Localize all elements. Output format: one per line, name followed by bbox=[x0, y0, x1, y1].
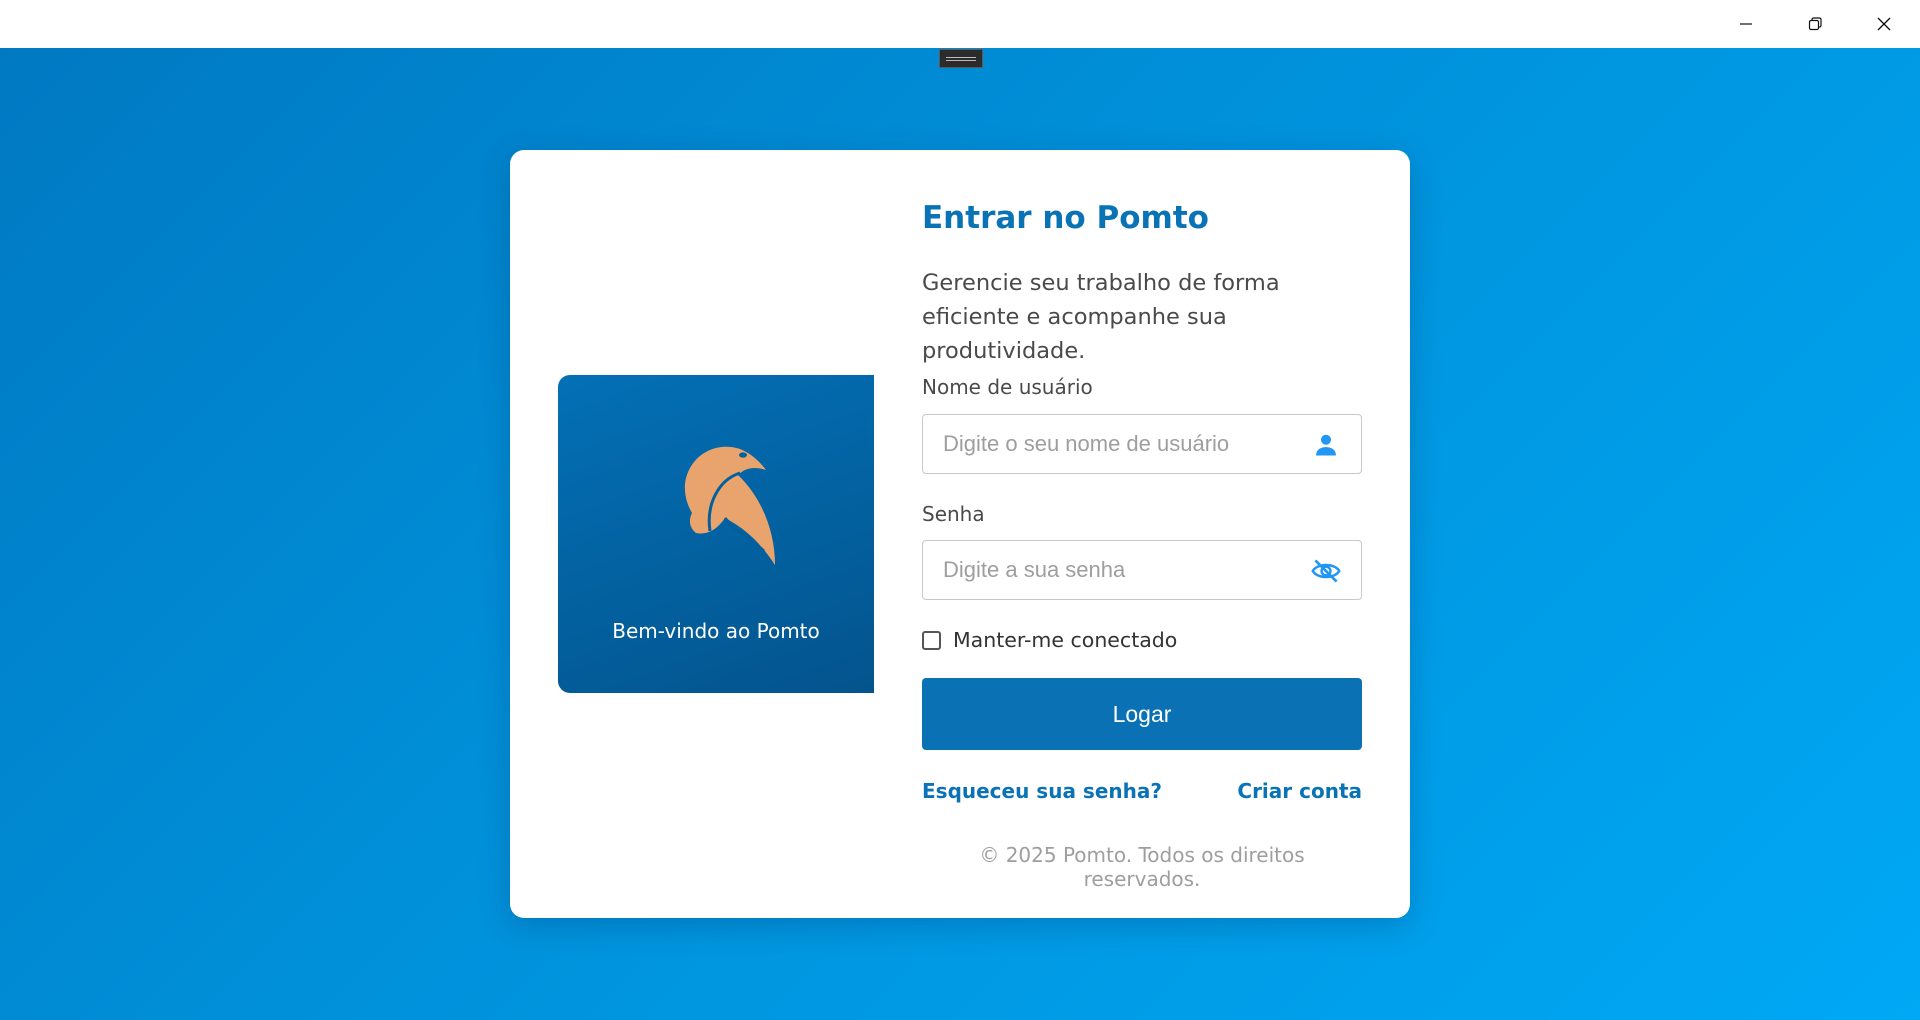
user-icon bbox=[1311, 430, 1341, 460]
copyright-footer: © 2025 Pomto. Todos os direitos reservad… bbox=[979, 843, 1305, 891]
password-label: Senha bbox=[922, 502, 985, 526]
eye-slash-icon[interactable] bbox=[1311, 556, 1341, 586]
forgot-password-link[interactable]: Esqueceu sua senha? bbox=[922, 779, 1162, 803]
login-form: Entrar no Pomto Gerencie seu trabalho de… bbox=[922, 150, 1362, 918]
page-title: Entrar no Pomto bbox=[922, 200, 1209, 236]
bird-logo bbox=[684, 446, 775, 565]
remember-me[interactable]: Manter-me conectado bbox=[922, 628, 1177, 652]
restore-icon bbox=[1808, 17, 1822, 31]
welcome-text: Bem-vindo ao Pomto bbox=[612, 619, 820, 643]
username-field[interactable] bbox=[922, 414, 1362, 474]
close-icon bbox=[1877, 17, 1891, 31]
drag-handle[interactable] bbox=[939, 49, 983, 68]
password-field[interactable] bbox=[922, 540, 1362, 600]
window-title-bar bbox=[0, 0, 1920, 48]
username-label: Nome de usuário bbox=[922, 375, 1093, 399]
page-subtitle: Gerencie seu trabalho de forma eficiente… bbox=[922, 270, 1280, 364]
password-input[interactable] bbox=[923, 541, 1293, 599]
restore-button[interactable] bbox=[1781, 0, 1849, 48]
welcome-panel: Bem-vindo ao Pomto bbox=[558, 375, 874, 693]
remember-me-label: Manter-me conectado bbox=[953, 628, 1178, 652]
minimize-button[interactable] bbox=[1712, 0, 1780, 48]
remember-me-checkbox[interactable] bbox=[922, 630, 941, 650]
create-account-link[interactable]: Criar conta bbox=[1237, 779, 1362, 803]
login-card: Bem-vindo ao Pomto Entrar no Pomto Geren… bbox=[510, 150, 1410, 918]
username-input[interactable] bbox=[923, 415, 1293, 473]
minimize-icon bbox=[1740, 23, 1752, 25]
close-button[interactable] bbox=[1850, 0, 1918, 48]
login-button[interactable]: Logar bbox=[922, 678, 1362, 750]
